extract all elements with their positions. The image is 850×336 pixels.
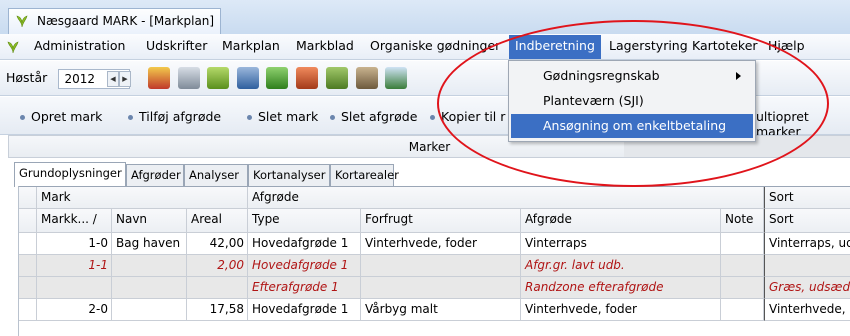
group-header-mark: Mark xyxy=(37,187,248,209)
column-header-sort[interactable]: Sort xyxy=(764,209,850,233)
farm-icon[interactable] xyxy=(148,67,170,89)
table-cell[interactable] xyxy=(764,255,850,277)
table-cell[interactable] xyxy=(361,255,521,277)
window-tab[interactable]: Næsgaard MARK - [Markplan] xyxy=(8,8,221,34)
table-cell[interactable]: 2-0 xyxy=(37,299,112,321)
bullet-icon xyxy=(330,115,335,120)
menu-markblad[interactable]: Markblad xyxy=(296,38,354,53)
table-cell[interactable]: 1-1 xyxy=(37,255,112,277)
submenu-arrow-icon xyxy=(736,72,741,80)
bullet-icon xyxy=(128,115,133,120)
app-leaf-icon xyxy=(15,14,29,28)
year-prev-icon[interactable]: ◀ xyxy=(107,71,119,87)
year-label: Høstår xyxy=(6,70,48,85)
table-cell[interactable]: Hovedafgrøde 1 xyxy=(248,255,361,277)
menu-kartoteker[interactable]: Kartoteker xyxy=(692,38,758,53)
slet-mark-button[interactable]: Slet mark xyxy=(247,109,318,124)
year-next-icon[interactable]: ▶ xyxy=(119,71,131,87)
window-title: Næsgaard MARK - [Markplan] xyxy=(37,14,215,28)
marker-grid: Mark Afgrøde Sort Markk... / Navn Areal … xyxy=(18,186,850,336)
group-header-sort: Sort xyxy=(764,187,850,209)
table-cell[interactable]: Vinterraps xyxy=(521,233,721,255)
menu-item-plantevaern[interactable]: Planteværn (SJI) xyxy=(511,89,753,113)
column-header-markk[interactable]: Markk... / xyxy=(37,209,112,233)
table-cell[interactable] xyxy=(37,277,112,299)
menu-markplan[interactable]: Markplan xyxy=(222,38,280,53)
table-cell[interactable]: Hovedafgrøde 1 xyxy=(248,233,361,255)
table-cell[interactable] xyxy=(187,277,248,299)
group-header-afgrode: Afgrøde xyxy=(248,187,764,209)
table-cell[interactable]: 42,00 xyxy=(187,233,248,255)
opret-mark-button[interactable]: Opret mark xyxy=(20,109,102,124)
menu-hjaelp[interactable]: Hjælp xyxy=(768,38,805,53)
table-cell[interactable]: 2,00 xyxy=(187,255,248,277)
app-leaf-icon xyxy=(6,40,20,54)
tab-grundoplysninger[interactable]: Grundoplysninger xyxy=(14,162,126,187)
menu-udskrifter[interactable]: Udskrifter xyxy=(146,38,207,53)
panel-title: Marker xyxy=(408,140,451,154)
tab-kortanalyser[interactable]: Kortanalyser xyxy=(248,164,330,186)
table-cell[interactable]: Randzone efterafgrøde xyxy=(521,277,721,299)
table-cell[interactable] xyxy=(361,277,521,299)
table-cell[interactable]: 1-0 xyxy=(37,233,112,255)
table-cell[interactable]: Græs, udsæd xyxy=(764,277,850,299)
table-cell[interactable] xyxy=(112,299,187,321)
table-cell[interactable]: 17,58 xyxy=(187,299,248,321)
table-cell[interactable] xyxy=(112,255,187,277)
indberetning-dropdown: Gødningsregnskab Planteværn (SJI) Ansøgn… xyxy=(508,60,756,142)
slet-afgroede-button[interactable]: Slet afgrøde xyxy=(330,109,417,124)
print-icon[interactable] xyxy=(178,67,200,89)
column-header-afgrode[interactable]: Afgrøde xyxy=(521,209,721,233)
column-header-type[interactable]: Type xyxy=(248,209,361,233)
tab-analyser[interactable]: Analyser xyxy=(184,164,248,186)
column-header-note[interactable]: Note xyxy=(721,209,764,233)
report-icon[interactable] xyxy=(385,67,407,89)
bullet-icon xyxy=(20,115,25,120)
menu-organiske-godninger[interactable]: Organiske gødninger xyxy=(370,38,500,53)
table-cell[interactable]: Vinterhvede, foder xyxy=(521,299,721,321)
menu-administration[interactable]: Administration xyxy=(34,38,125,53)
title-bar: Næsgaard MARK - [Markplan] xyxy=(0,0,850,34)
tilfoej-afgroede-button[interactable]: Tilføj afgrøde xyxy=(128,109,221,124)
table-cell[interactable]: Vinterraps, udsæd xyxy=(764,233,850,255)
table-cell[interactable]: Afgr.gr. lavt udb. xyxy=(521,255,721,277)
table-cell[interactable]: Hovedafgrøde 1 xyxy=(248,299,361,321)
table-cell[interactable]: Vinterhvede, udsæd xyxy=(764,299,850,321)
menu-item-ansogning-enkeltbetaling[interactable]: Ansøgning om enkeltbetaling xyxy=(511,114,753,138)
table-cell[interactable]: Vårbyg malt xyxy=(361,299,521,321)
barn-icon[interactable] xyxy=(296,67,318,89)
menu-bar: Administration Udskrifter Markplan Markb… xyxy=(0,34,850,60)
column-header-forfrugt[interactable]: Forfrugt xyxy=(361,209,521,233)
crop-icon[interactable] xyxy=(207,67,229,89)
bullet-icon xyxy=(430,115,435,120)
tab-afgroeder[interactable]: Afgrøder xyxy=(126,164,184,186)
field-icon[interactable] xyxy=(266,67,288,89)
table-cell[interactable]: Vinterhvede, foder xyxy=(361,233,521,255)
table-cell[interactable] xyxy=(721,299,764,321)
table-cell[interactable]: Bag haven xyxy=(112,233,187,255)
column-header-navn[interactable]: Navn xyxy=(112,209,187,233)
table-cell[interactable] xyxy=(721,277,764,299)
tractor-icon[interactable] xyxy=(356,67,378,89)
bullet-icon xyxy=(247,115,252,120)
table-cell[interactable] xyxy=(721,233,764,255)
table-cell[interactable]: Efterafgrøde 1 xyxy=(248,277,361,299)
kopier-button[interactable]: Kopier til r xyxy=(430,109,505,124)
table-cell[interactable] xyxy=(721,255,764,277)
menu-lagerstyring[interactable]: Lagerstyring xyxy=(609,38,688,53)
menu-item-godningsregnskab[interactable]: Gødningsregnskab xyxy=(511,64,753,88)
table-cell[interactable] xyxy=(112,277,187,299)
tab-kortarealer[interactable]: Kortarealer xyxy=(330,164,399,186)
column-header-areal[interactable]: Areal xyxy=(187,209,248,233)
menu-indberetning[interactable]: Indberetning xyxy=(509,35,601,59)
fertilizer-icon[interactable] xyxy=(326,67,348,89)
grid-icon[interactable] xyxy=(237,67,259,89)
